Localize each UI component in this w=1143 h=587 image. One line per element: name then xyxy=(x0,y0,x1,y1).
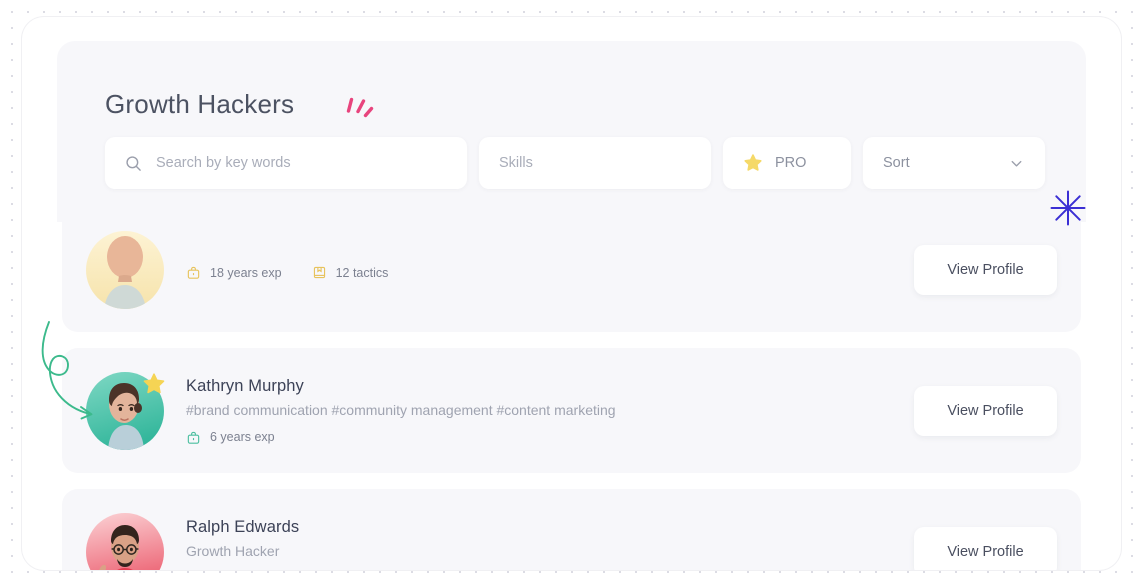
skills-filter-label: Skills xyxy=(499,155,533,171)
meta-text: 18 years exp xyxy=(210,265,282,280)
table-row[interactable]: Ralph Edwards Growth Hacker 12 years exp… xyxy=(62,489,1081,570)
sort-dropdown-label: Sort xyxy=(883,155,910,171)
curved-arrow-icon xyxy=(41,321,93,420)
skills-filter[interactable]: Skills xyxy=(479,137,711,189)
avatar xyxy=(86,230,164,309)
header-panel: Growth Hackers Search by key words Skill… xyxy=(57,41,1086,222)
search-placeholder: Search by key words xyxy=(156,155,291,171)
table-row[interactable]: Kathryn Murphy #brand communication #com… xyxy=(62,348,1081,473)
briefcase-icon xyxy=(187,431,200,444)
pro-filter[interactable]: PRO xyxy=(723,137,851,189)
avatar-image-0 xyxy=(86,230,164,309)
table-row[interactable]: 18 years exp 12 tactics View Profile xyxy=(62,207,1081,332)
view-profile-button[interactable]: View Profile xyxy=(914,385,1057,436)
person-role: Growth Hacker xyxy=(186,542,280,559)
person-info: Ralph Edwards Growth Hacker 12 years exp xyxy=(186,518,896,571)
search-input[interactable]: Search by key words xyxy=(105,137,467,189)
sort-dropdown[interactable]: Sort xyxy=(863,137,1045,189)
avatar-image-2 xyxy=(86,512,164,570)
star-icon xyxy=(744,154,762,171)
book-icon xyxy=(313,266,325,279)
person-tags: #brand communication #community manageme… xyxy=(186,401,616,418)
page-title: Growth Hackers xyxy=(105,89,295,119)
view-profile-button[interactable]: View Profile xyxy=(914,244,1057,295)
meta-item-tactics: 12 tactics xyxy=(312,265,389,280)
view-profile-button[interactable]: View Profile xyxy=(914,526,1057,570)
meta-row: 6 years exp xyxy=(186,430,896,445)
asterisk-icon xyxy=(1050,190,1086,226)
meta-item-experience: 6 years exp xyxy=(186,430,275,445)
person-name: Ralph Edwards xyxy=(186,517,300,536)
meta-row: 18 years exp 12 tactics xyxy=(186,265,896,280)
pro-filter-label: PRO xyxy=(775,155,807,171)
search-icon xyxy=(126,155,141,171)
meta-text: 6 years exp xyxy=(210,430,275,444)
avatar xyxy=(86,512,164,570)
filter-bar: Search by key words Skills PRO Sort xyxy=(105,137,1045,189)
person-info: Kathryn Murphy #brand communication #com… xyxy=(186,377,896,445)
app-window: 18 years exp 12 tactics View Profile Kat… xyxy=(22,17,1121,570)
sparkle-accent-icon xyxy=(346,97,374,118)
meta-text: 12 tactics xyxy=(335,265,389,280)
chevron-down-icon[interactable] xyxy=(1008,155,1025,172)
person-name: Kathryn Murphy xyxy=(186,376,304,395)
briefcase-icon xyxy=(187,266,200,279)
person-info: 18 years exp 12 tactics xyxy=(186,259,896,280)
pro-star-icon xyxy=(143,372,165,393)
meta-item-experience: 18 years exp xyxy=(186,265,282,280)
